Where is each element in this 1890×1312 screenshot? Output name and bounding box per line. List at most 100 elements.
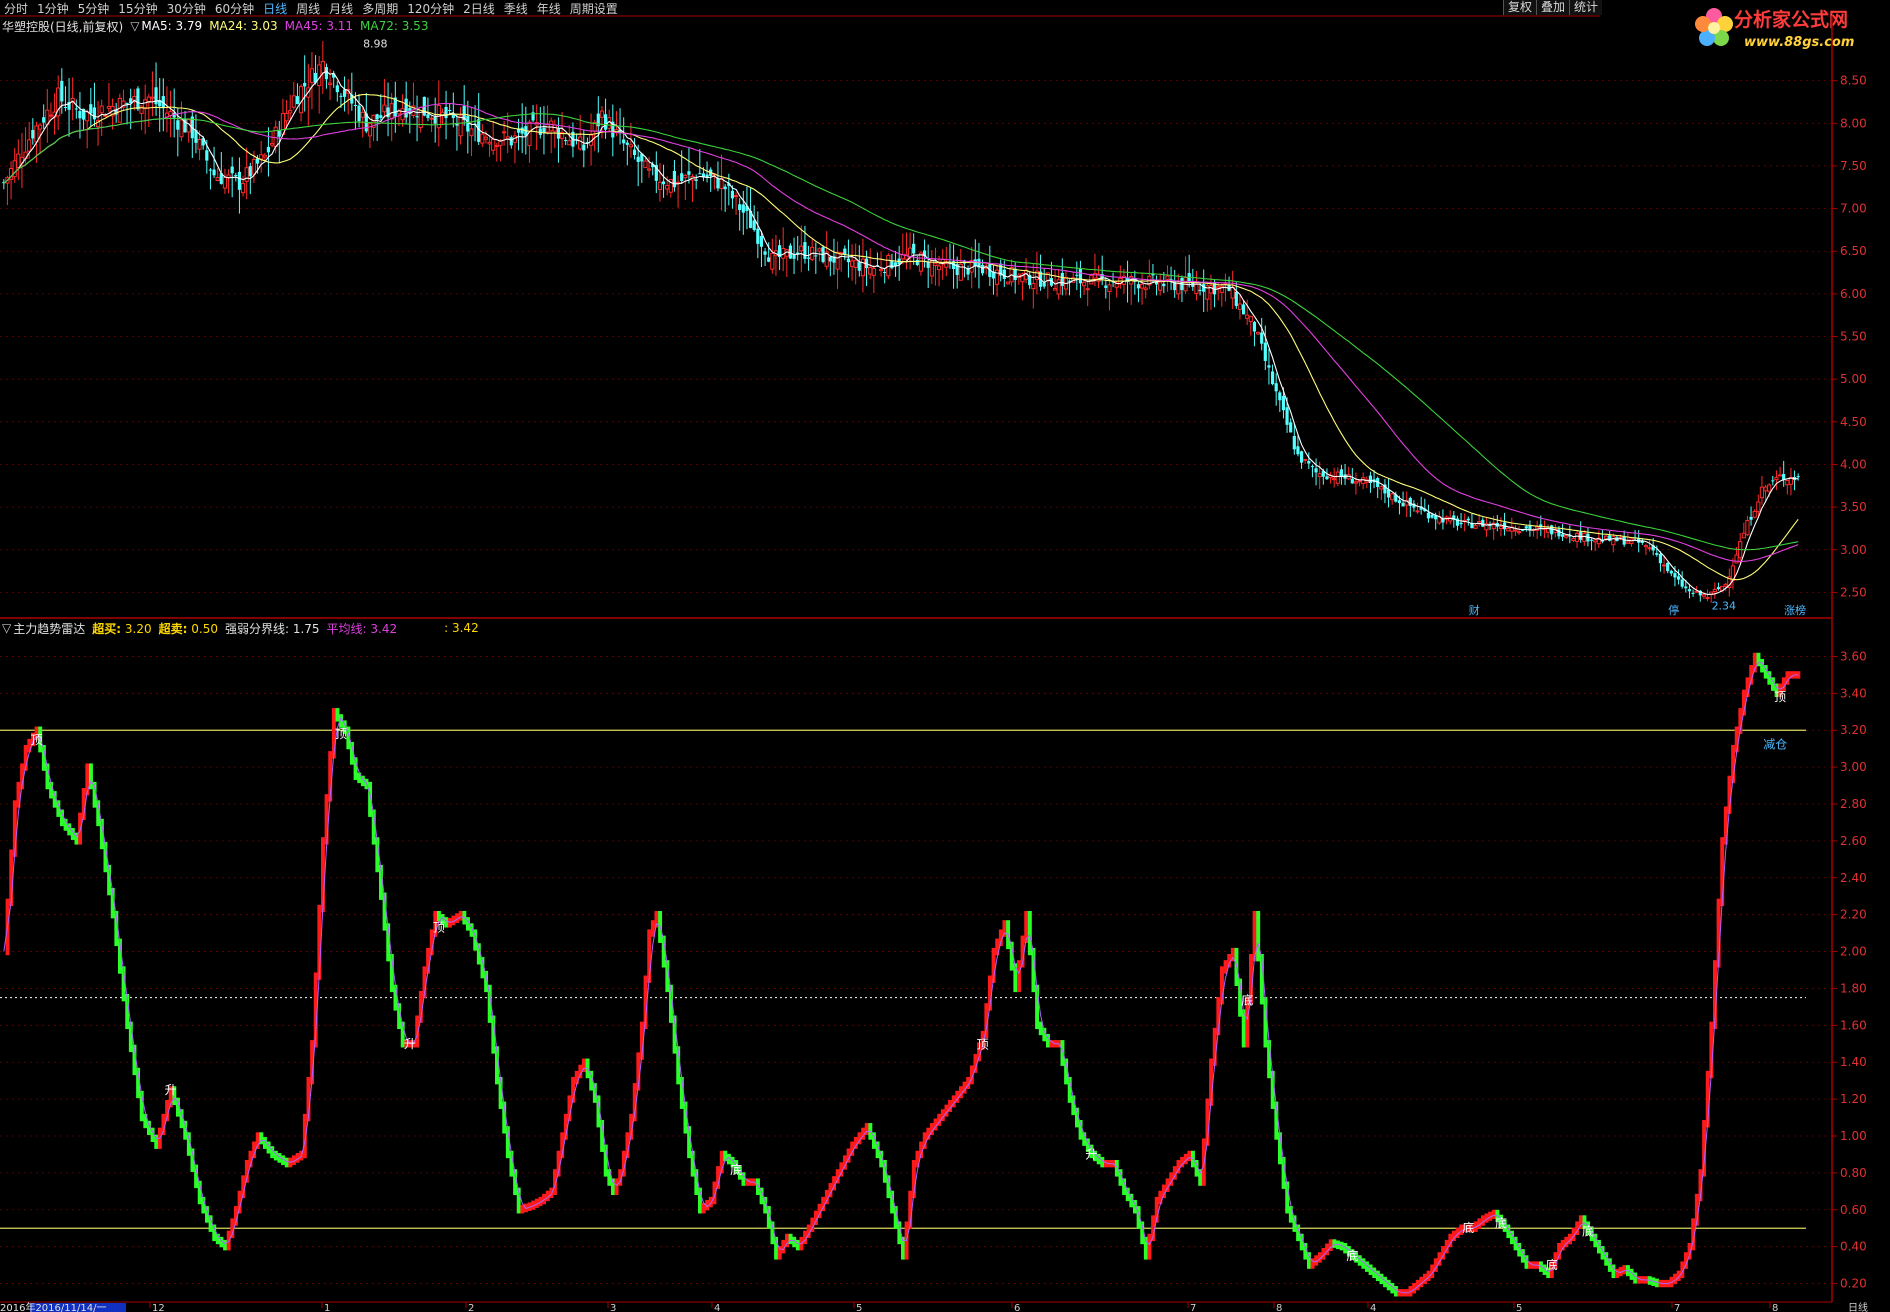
- candle-body: [1274, 383, 1278, 392]
- candle-body: [646, 168, 652, 171]
- signal-label: 升: [165, 1083, 177, 1097]
- indicator-bar: [596, 1095, 601, 1128]
- indicator-bar: [741, 1172, 746, 1186]
- candle-body: [929, 259, 934, 277]
- date-tick-label: 7: [1674, 1303, 1680, 1312]
- candle-body: [117, 97, 122, 123]
- period-tab-4[interactable]: 30分钟: [167, 0, 206, 17]
- period-tab-1[interactable]: 1分钟: [37, 0, 69, 17]
- candle-body: [1498, 525, 1504, 530]
- indicator-bar: [752, 1178, 757, 1186]
- candle-body: [1666, 562, 1670, 572]
- period-tab-9[interactable]: 多周期: [362, 0, 398, 17]
- indicator-bar: [186, 1132, 191, 1156]
- candle-body: [295, 96, 300, 105]
- candle-body: [694, 179, 698, 181]
- indicator-bar: [1752, 652, 1757, 673]
- candle-body: [132, 96, 137, 101]
- candle-body: [262, 154, 267, 158]
- candle-body: [1052, 287, 1058, 291]
- tool-button-1[interactable]: 叠加: [1535, 0, 1569, 15]
- candle-body: [143, 99, 148, 110]
- indicator-bar: [930, 1123, 934, 1136]
- candle-body: [1147, 275, 1152, 286]
- indicator-bar: [1760, 658, 1765, 673]
- indicator-bar: [1665, 1279, 1670, 1288]
- indicator-bar: [415, 1015, 420, 1048]
- indicator-bar: [803, 1230, 808, 1245]
- candle-body: [1408, 498, 1412, 506]
- tool-button-2[interactable]: 统计: [1568, 0, 1602, 15]
- candle-body: [538, 128, 542, 135]
- indicator-bar: [281, 1155, 286, 1166]
- indicator-bar: [437, 910, 441, 922]
- candle-body: [259, 154, 264, 160]
- candle-body: [839, 252, 844, 255]
- indicator-bar: [1531, 1261, 1536, 1269]
- period-tab-2[interactable]: 5分钟: [78, 0, 110, 17]
- candle-body: [418, 106, 423, 129]
- candle-body: [1158, 281, 1163, 291]
- indicator-bar: [1694, 1193, 1699, 1226]
- period-tab-14[interactable]: 周期设置: [570, 0, 618, 17]
- period-tab-6[interactable]: 日线: [263, 0, 287, 17]
- candle-body: [1782, 473, 1786, 480]
- indicator-bar: [1720, 837, 1725, 907]
- indicator-bar: [534, 1198, 539, 1208]
- indicator-bar: [1676, 1270, 1681, 1282]
- indicator-bar: [531, 1200, 536, 1210]
- candle-body: [759, 236, 764, 247]
- indicator-bar: [1006, 920, 1011, 950]
- candle-body: [520, 127, 524, 134]
- tool-button-0[interactable]: 复权: [1502, 0, 1536, 15]
- candle-body: [654, 164, 658, 181]
- period-tab-11[interactable]: 2日线: [463, 0, 495, 17]
- indicator-bar: [821, 1196, 826, 1212]
- candle-body: [1372, 479, 1376, 483]
- period-tab-10[interactable]: 120分钟: [407, 0, 454, 17]
- candle-body: [255, 158, 260, 164]
- period-tab-3[interactable]: 15分钟: [118, 0, 157, 17]
- indicator-bar: [926, 1127, 931, 1140]
- indicator-bar: [491, 1015, 496, 1054]
- candle-body: [1647, 547, 1652, 550]
- period-tab-0[interactable]: 分时: [4, 0, 28, 17]
- indicator-bar: [582, 1058, 586, 1073]
- indicator-bar: [1430, 1264, 1435, 1279]
- indicator-bar: [1397, 1289, 1402, 1297]
- indicator-bar: [647, 929, 652, 983]
- indicator-bar: [248, 1150, 253, 1168]
- candle-body: [269, 142, 275, 146]
- indicator-bar: [973, 1053, 978, 1073]
- candle-body: [1452, 515, 1456, 520]
- indicator-bar: [1423, 1273, 1427, 1285]
- indicator-bar: [578, 1064, 583, 1079]
- indicator-bar: [785, 1233, 789, 1248]
- candle-body: [792, 254, 796, 259]
- candle-body: [335, 85, 339, 93]
- indicator-bar: [147, 1120, 151, 1136]
- candle-body: [458, 115, 463, 137]
- candle-body: [1691, 592, 1695, 594]
- candle-body: [897, 258, 901, 265]
- candle-body: [1071, 277, 1076, 283]
- indicator-bar: [698, 1187, 702, 1214]
- period-tab-8[interactable]: 月线: [329, 0, 353, 17]
- indicator-bar: [1035, 984, 1040, 1030]
- period-tab-13[interactable]: 年线: [537, 0, 561, 17]
- indicator-bar: [1020, 935, 1025, 968]
- indicator-bar: [502, 1101, 507, 1134]
- indicator-bar: [89, 763, 93, 790]
- candle-body: [1557, 529, 1561, 537]
- indicator-bar: [1655, 1278, 1659, 1288]
- period-tab-12[interactable]: 季线: [504, 0, 528, 17]
- candle-body: [1513, 529, 1518, 532]
- indicator-bar: [1669, 1276, 1674, 1288]
- period-tab-5[interactable]: 60分钟: [215, 0, 254, 17]
- candle-body: [567, 140, 572, 146]
- candle-body: [371, 114, 376, 128]
- candle-body: [1245, 314, 1250, 319]
- period-tab-7[interactable]: 周线: [296, 0, 320, 17]
- candle-body: [1129, 276, 1134, 285]
- indicator-bar: [219, 1236, 224, 1248]
